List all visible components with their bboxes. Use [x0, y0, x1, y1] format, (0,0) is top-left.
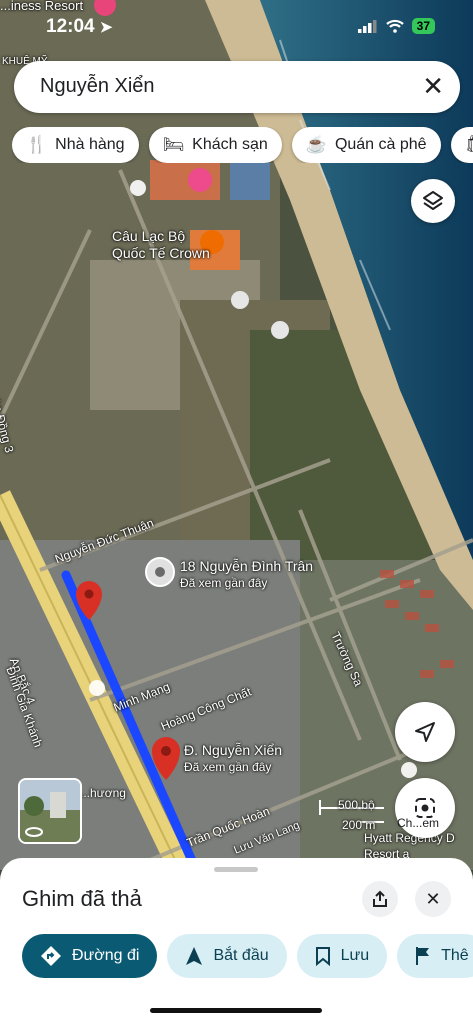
- drag-handle[interactable]: [214, 867, 258, 872]
- action-row: Đường đi Bắt đầu Lưu Thê: [22, 934, 473, 978]
- search-bar[interactable]: Nguyễn Xiển ✕: [14, 61, 460, 113]
- coffee-icon: ☕: [305, 135, 327, 154]
- bookmark-icon: [315, 947, 330, 966]
- street-huong: ...hương: [80, 786, 126, 800]
- close-icon: ✕: [425, 888, 441, 909]
- directions-button[interactable]: Đường đi: [22, 934, 158, 978]
- search-query[interactable]: Nguyễn Xiển: [40, 75, 155, 98]
- my-location-button[interactable]: [395, 702, 455, 762]
- street-view-label: Ch...em: [397, 816, 440, 830]
- battery-indicator: 37: [411, 18, 435, 34]
- cellular-signal-icon: [357, 19, 377, 33]
- add-label-button[interactable]: Thê: [397, 934, 473, 978]
- category-chips: 🍴 Nhà hàng 🛏 Khách sạn ☕ Quán cà phê 🛍 M: [12, 127, 473, 163]
- sheet-title: Ghim đã thả: [22, 886, 142, 911]
- chip-shopping[interactable]: 🛍 M: [450, 127, 473, 163]
- street-view-thumbnail[interactable]: [18, 778, 82, 844]
- pin-label-18-nguyen-dinh-tran[interactable]: 18 Nguyễn Đình Trân Đã xem gần đây: [180, 558, 313, 592]
- layers-button[interactable]: [411, 179, 455, 223]
- chip-restaurants[interactable]: 🍴 Nhà hàng: [12, 127, 139, 163]
- close-icon[interactable]: ✕: [422, 71, 444, 102]
- street-view-image: [20, 780, 80, 842]
- flag-icon: [416, 947, 430, 965]
- pin-label-nguyen-xien[interactable]: Đ. Nguyễn Xiển Đã xem gần đây: [184, 742, 282, 776]
- navigation-arrow-icon: [415, 722, 435, 742]
- wifi-icon: [385, 19, 404, 33]
- bed-icon: 🛏: [162, 135, 185, 154]
- share-button[interactable]: [362, 881, 398, 917]
- shopping-bag-icon: 🛍: [465, 135, 473, 155]
- location-arrow-icon: ➤: [99, 19, 113, 36]
- street-view-button[interactable]: Ch...em: [395, 778, 455, 838]
- map-pin-poi-icon: [94, 0, 116, 16]
- scale-feet: 500 bộ: [338, 798, 375, 812]
- bottom-sheet[interactable]: Ghim đã thả ✕ Đường đi Bắt đầu Lưu Thê: [0, 858, 473, 1024]
- start-button[interactable]: Bắt đầu: [167, 934, 287, 978]
- fork-knife-icon: 🍴: [26, 135, 48, 154]
- status-time: 12:04: [46, 16, 95, 37]
- status-bar: 12:04 ➤ 37: [0, 0, 473, 56]
- close-sheet-button[interactable]: ✕: [415, 881, 451, 917]
- layers-icon: [423, 191, 443, 210]
- chip-cafes[interactable]: ☕ Quán cà phê: [291, 127, 441, 163]
- share-icon: [373, 890, 387, 907]
- save-button[interactable]: Lưu: [296, 934, 388, 978]
- crown-club-label[interactable]: Câu Lạc Bộ Quốc Tế Crown: [112, 228, 210, 262]
- home-indicator: [150, 1008, 322, 1013]
- directions-icon: [41, 946, 61, 966]
- chip-hotels[interactable]: 🛏 Khách sạn: [148, 127, 282, 163]
- navigate-icon: [186, 947, 203, 965]
